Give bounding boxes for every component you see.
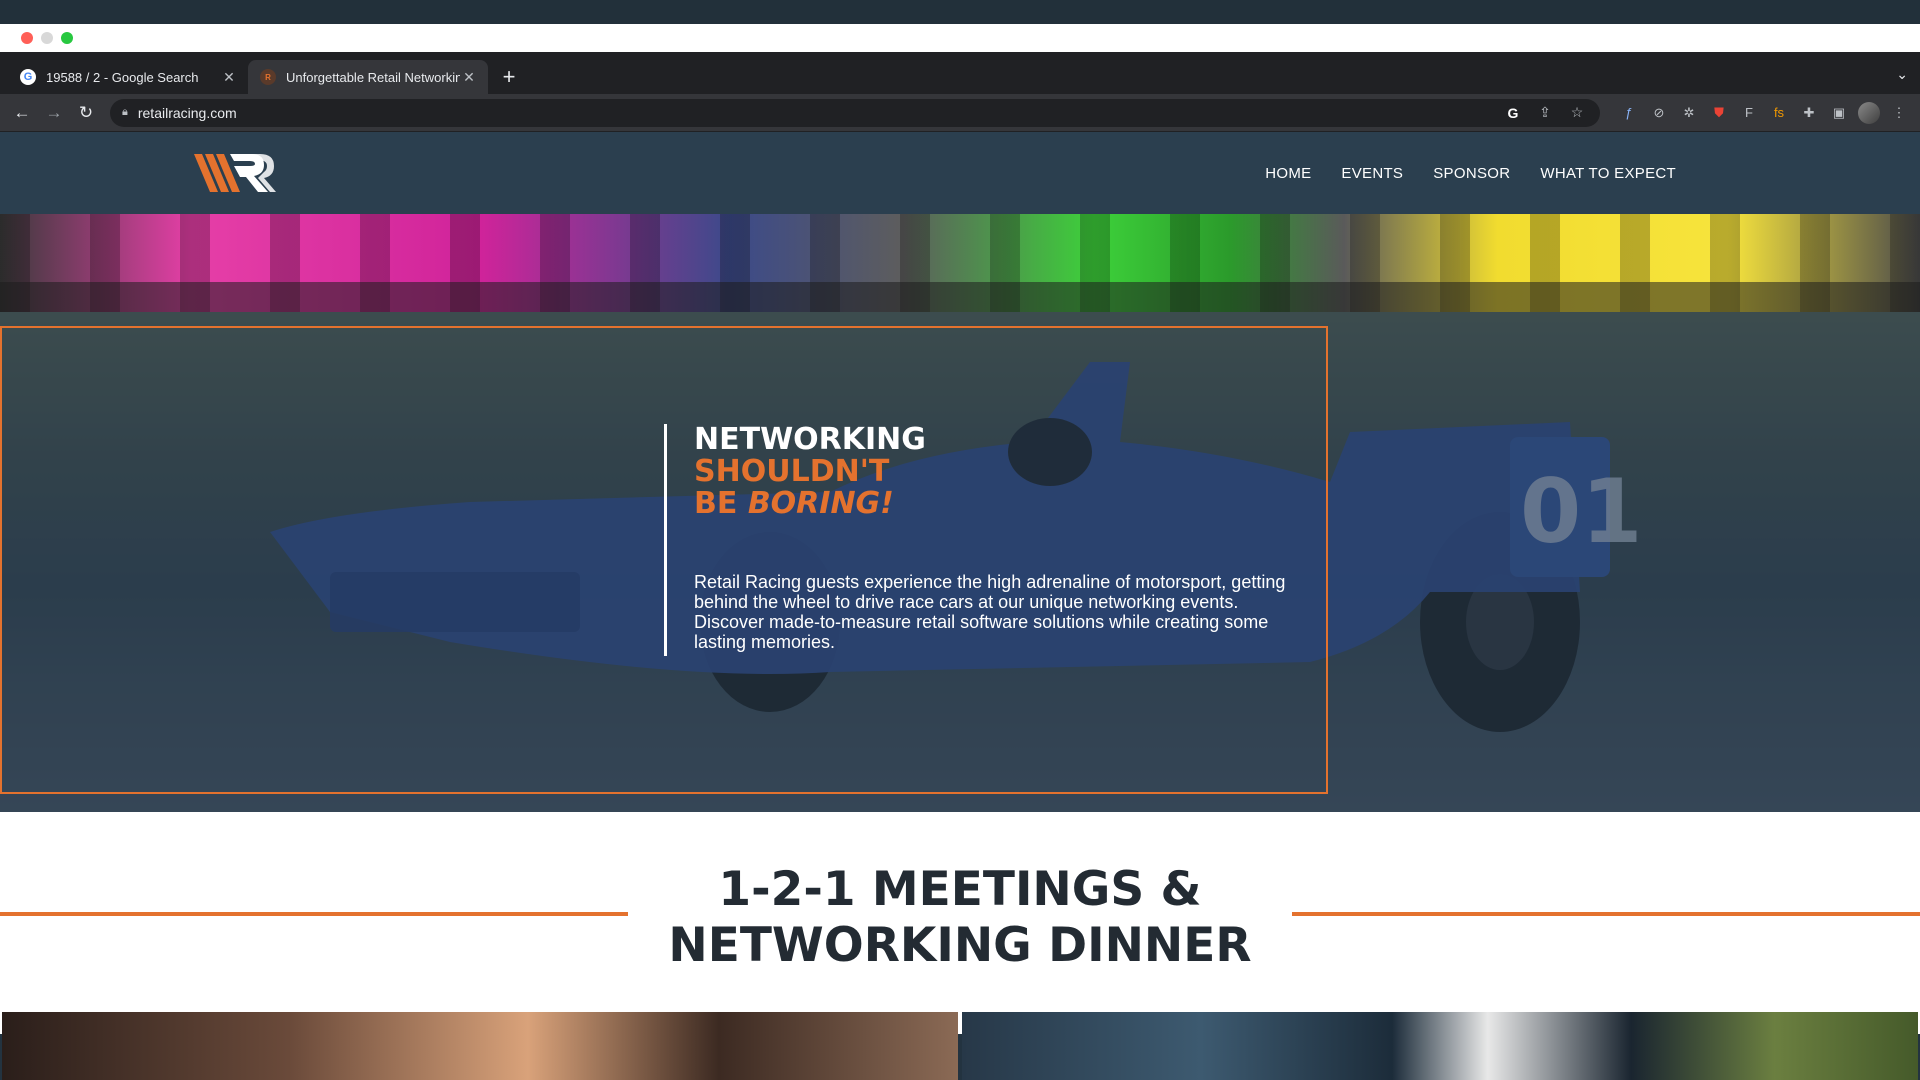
tab-title: 19588 / 2 - Google Search [46, 69, 199, 85]
tab-google-search[interactable]: G 19588 / 2 - Google Search ✕ [8, 60, 248, 94]
browser-toolbar: ← → ↻ 🔒︎ retailracing.com G ⇪ ☆ ƒ ⊘ ✲ ⛊ … [0, 94, 1920, 132]
hero-heading-line2: SHOULDN'T [694, 454, 890, 489]
kebab-menu-icon[interactable]: ⋮ [1886, 100, 1912, 126]
photo-row [0, 1012, 1920, 1080]
os-top-bar [0, 0, 1920, 24]
nav-events[interactable]: EVENTS [1341, 165, 1403, 182]
google-icon: G [20, 69, 36, 85]
main-nav: HOME EVENTS SPONSOR WHAT TO EXPECT [1265, 165, 1676, 182]
close-tab-icon[interactable]: ✕ [220, 69, 238, 86]
tab-retail-racing[interactable]: R Unforgettable Retail Networkin ✕ [248, 60, 488, 94]
new-tab-button[interactable]: + [492, 60, 526, 94]
bookmark-star-icon[interactable]: ☆ [1566, 102, 1588, 124]
extension-fs-icon[interactable]: fs [1766, 100, 1792, 126]
hero-text-block: NETWORKING SHOULDN'T BE BORING! Retail R… [664, 424, 1324, 656]
url-text[interactable]: retailracing.com [138, 105, 1492, 121]
extension-gear-icon[interactable]: ✲ [1676, 100, 1702, 126]
extension-f-icon[interactable]: F [1736, 100, 1762, 126]
close-window-button[interactable] [21, 32, 33, 44]
dinner-photo [2, 1012, 958, 1080]
tab-strip: G 19588 / 2 - Google Search ✕ R Unforget… [0, 52, 1920, 94]
back-arrow-icon[interactable]: ← [8, 99, 36, 127]
tab-title: Unforgettable Retail Networkin [286, 69, 460, 85]
nav-home[interactable]: HOME [1265, 165, 1311, 182]
nav-what-to-expect[interactable]: WHAT TO EXPECT [1540, 165, 1676, 182]
side-panel-icon[interactable]: ▣ [1826, 100, 1852, 126]
profile-avatar[interactable] [1856, 100, 1882, 126]
section-heading: 1-2-1 MEETINGS & NETWORKING DINNER [668, 862, 1252, 973]
hero-section: 01 NETWORKING SHOULDN'T BE BORING! Retai… [0, 312, 1920, 812]
ublock-icon[interactable]: ⛊ [1706, 100, 1732, 126]
minimize-window-button[interactable] [41, 32, 53, 44]
hero-paragraph: Retail Racing guests experience the high… [694, 572, 1286, 652]
window-titlebar [0, 24, 1920, 52]
nav-sponsor[interactable]: SPONSOR [1433, 165, 1510, 182]
racing-photo [962, 1012, 1918, 1080]
race-cars-banner-image [0, 214, 1920, 312]
extension-compass-icon[interactable]: ⊘ [1646, 100, 1672, 126]
retailracing-icon: R [260, 69, 276, 85]
forward-arrow-icon[interactable]: → [40, 99, 68, 127]
address-bar[interactable]: 🔒︎ retailracing.com G ⇪ ☆ [110, 98, 1600, 127]
tab-search-chevron-icon[interactable]: ⌄ [1896, 66, 1908, 83]
lock-icon[interactable]: 🔒︎ [122, 106, 128, 119]
retail-racing-logo[interactable] [194, 152, 276, 194]
reload-icon[interactable]: ↻ [72, 99, 100, 127]
site-header: HOME EVENTS SPONSOR WHAT TO EXPECT [0, 132, 1920, 214]
hero-heading-line3: BE BORING! [694, 486, 894, 521]
hero-heading-line1: NETWORKING [694, 422, 926, 457]
google-lens-icon[interactable]: G [1502, 102, 1524, 124]
extension-p-icon[interactable]: ƒ [1616, 100, 1642, 126]
maximize-window-button[interactable] [61, 32, 73, 44]
hero-heading-emphasis: BORING! [747, 486, 894, 521]
extensions-puzzle-icon[interactable]: ✚ [1796, 100, 1822, 126]
meetings-section: 1-2-1 MEETINGS & NETWORKING DINNER [0, 812, 1920, 1080]
share-icon[interactable]: ⇪ [1534, 102, 1556, 124]
close-tab-icon[interactable]: ✕ [460, 69, 478, 86]
